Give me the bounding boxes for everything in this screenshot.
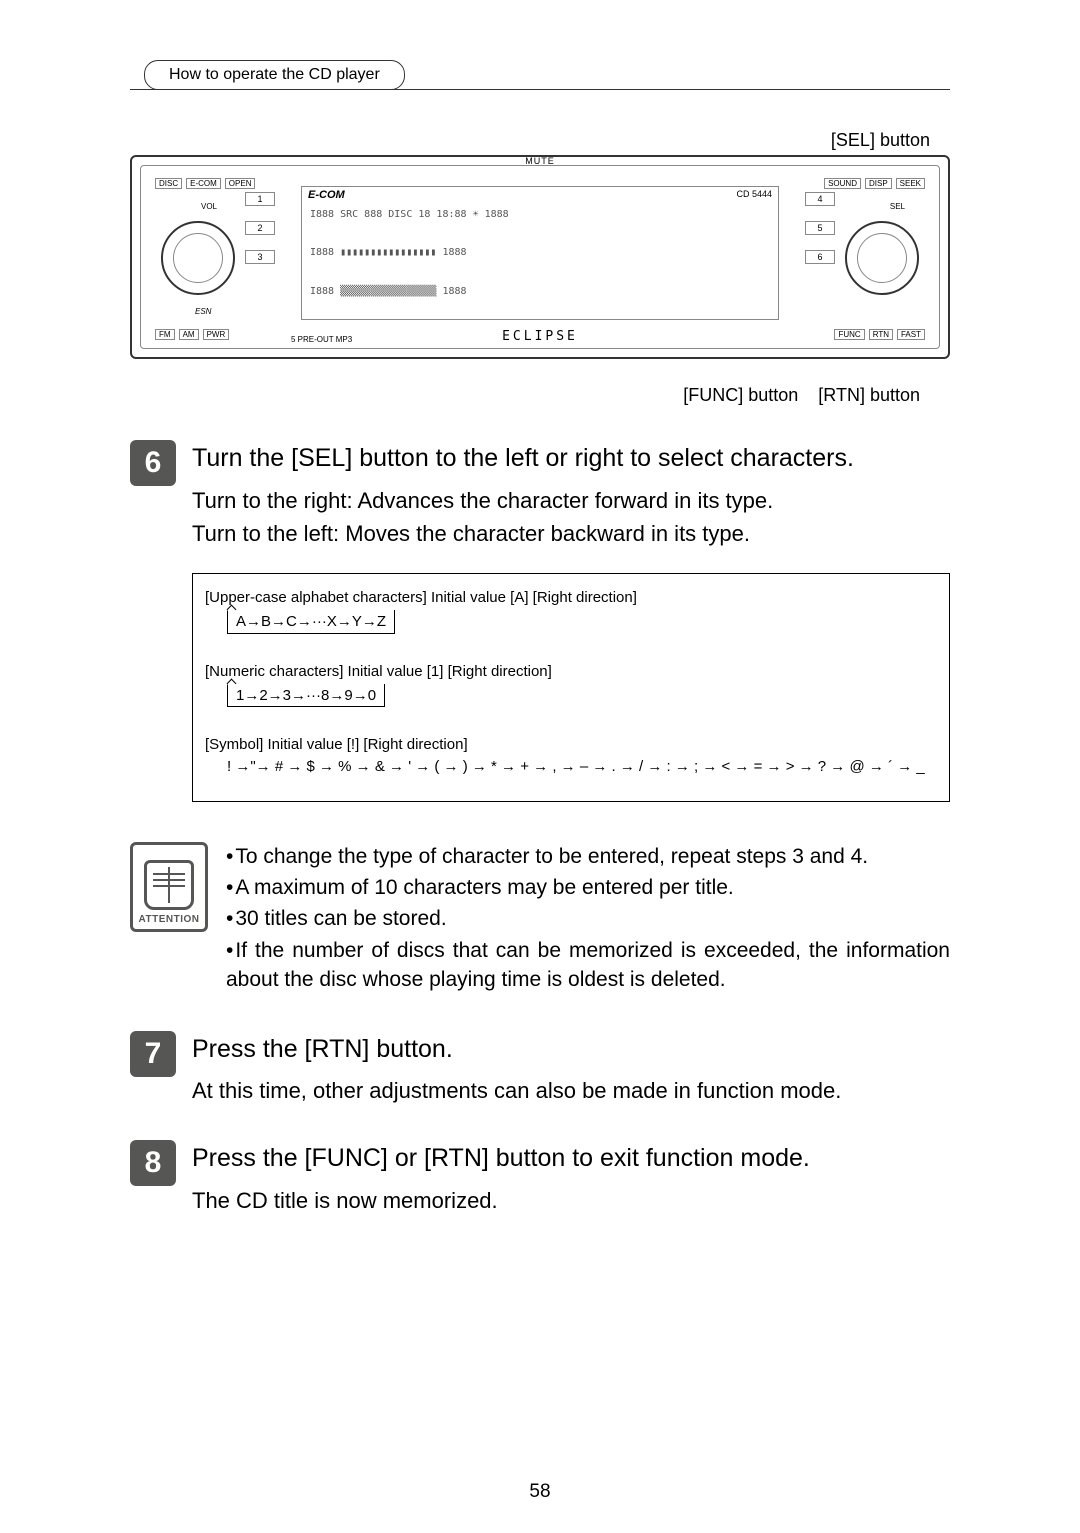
preset-right-col: 4 5 6	[805, 192, 835, 279]
page-number: 58	[529, 1481, 550, 1503]
bottom-right-buttons: FUNC RTN FAST	[834, 329, 925, 340]
brand-label: ECLIPSE	[502, 329, 578, 344]
char-group-numeric: [Numeric characters] Initial value [1] […	[205, 662, 937, 708]
volume-knob	[161, 221, 235, 295]
step-7: 7 Press the [RTN] button. At this time, …	[130, 1031, 950, 1106]
sel-label: SEL	[890, 202, 905, 211]
rtn-callout: [RTN] button	[818, 385, 920, 406]
sound-button: SOUND	[824, 178, 861, 189]
preset-5: 5	[805, 221, 835, 235]
esn-label: ESN	[195, 307, 211, 316]
step-8: 8 Press the [FUNC] or [RTN] button to ex…	[130, 1140, 950, 1215]
rtn-button: RTN	[869, 329, 893, 340]
func-callout: [FUNC] button	[683, 385, 798, 406]
char-numeric-seq: 1→2→3→···8→9→0	[227, 684, 385, 707]
am-button: AM	[179, 329, 199, 340]
char-numeric-heading: [Numeric characters] Initial value [1] […	[205, 662, 937, 682]
attention-block: ATTENTION To change the type of characte…	[130, 842, 950, 997]
section-tab-row: How to operate the CD player	[130, 60, 950, 90]
sel-knob	[845, 221, 919, 295]
attention-icon: ATTENTION	[130, 842, 208, 932]
attention-item-2: A maximum of 10 characters may be entere…	[226, 873, 950, 902]
attention-body: To change the type of character to be en…	[226, 842, 950, 997]
disc-button: DISC	[155, 178, 182, 189]
radio-illustration: MUTE DISC E-COM OPEN SOUND DISP SEEK VOL…	[130, 155, 950, 359]
char-symbol-seq: ! →"→ # → $ → % → & → ' → ( → ) → * → + …	[227, 757, 937, 777]
sel-callout-row: [SEL] button	[130, 130, 950, 151]
func-button: FUNC	[834, 329, 864, 340]
char-upper-seq: A→B→C→···X→Y→Z	[227, 610, 395, 633]
pwr-button: PWR	[203, 329, 230, 340]
lcd-screen: E-COM CD 5444 I888 SRC 888 DISC 18 18:88…	[301, 186, 779, 320]
attention-item-3: 30 titles can be stored.	[226, 904, 950, 933]
open-button: OPEN	[225, 178, 256, 189]
screen-row-3: I888 ▒▒▒▒▒▒▒▒▒▒▒▒▒▒▒▒ 1888	[310, 286, 770, 297]
preset-3: 3	[245, 250, 275, 264]
top-right-buttons: SOUND DISP SEEK	[824, 178, 925, 189]
screen-row-2: I888 ▮▮▮▮▮▮▮▮▮▮▮▮▮▮▮▮ 1888	[310, 247, 770, 258]
char-table: [Upper-case alphabet characters] Initial…	[192, 573, 950, 802]
step-6: 6 Turn the [SEL] button to the left or r…	[130, 440, 950, 802]
preout-label: 5 PRE-OUT MP3	[291, 335, 352, 344]
step-8-body: Press the [FUNC] or [RTN] button to exit…	[192, 1140, 950, 1215]
bottom-callouts: [FUNC] button [RTN] button	[130, 385, 950, 406]
bottom-left-buttons: FM AM PWR	[155, 329, 229, 340]
preset-4: 4	[805, 192, 835, 206]
step-8-text: The CD title is now memorized.	[192, 1186, 950, 1216]
step-6-badge: 6	[130, 440, 176, 486]
fm-button: FM	[155, 329, 175, 340]
step-6-line-2: Turn to the left: Moves the character ba…	[192, 519, 950, 549]
step-6-title: Turn the [SEL] button to the left or rig…	[192, 442, 950, 476]
preset-left-col: 1 2 3	[245, 192, 275, 279]
preset-6: 6	[805, 250, 835, 264]
char-symbol-heading: [Symbol] Initial value [!] [Right direct…	[205, 735, 937, 755]
attention-label: ATTENTION	[139, 914, 200, 925]
screen-row-1: I888 SRC 888 DISC 18 18:88 ☀ 1888	[310, 209, 770, 220]
step-7-body: Press the [RTN] button. At this time, ot…	[192, 1031, 950, 1106]
sel-callout: [SEL] button	[831, 130, 930, 150]
step-7-text: At this time, other adjustments can also…	[192, 1076, 950, 1106]
top-left-buttons: DISC E-COM OPEN	[155, 178, 255, 189]
seek-button: SEEK	[896, 178, 925, 189]
screen-rows: I888 SRC 888 DISC 18 18:88 ☀ 1888 I888 ▮…	[310, 195, 770, 311]
step-6-body: Turn the [SEL] button to the left or rig…	[192, 440, 950, 802]
fast-button: FAST	[897, 329, 925, 340]
attention-item-1: To change the type of character to be en…	[226, 842, 950, 871]
device-frame: DISC E-COM OPEN SOUND DISP SEEK VOL SEL …	[140, 165, 940, 349]
step-6-line-1: Turn to the right: Advances the characte…	[192, 486, 950, 516]
preset-2: 2	[245, 221, 275, 235]
section-tab: How to operate the CD player	[144, 60, 405, 90]
char-group-symbol: [Symbol] Initial value [!] [Right direct…	[205, 735, 937, 778]
step-7-badge: 7	[130, 1031, 176, 1077]
disp-button: DISP	[865, 178, 892, 189]
ecom-button: E-COM	[186, 178, 221, 189]
preset-1: 1	[245, 192, 275, 206]
book-icon	[144, 860, 194, 910]
char-upper-heading: [Upper-case alphabet characters] Initial…	[205, 588, 937, 608]
attention-item-4: If the number of discs that can be memor…	[226, 936, 950, 995]
step-8-title: Press the [FUNC] or [RTN] button to exit…	[192, 1142, 950, 1176]
char-group-upper: [Upper-case alphabet characters] Initial…	[205, 588, 937, 634]
step-7-title: Press the [RTN] button.	[192, 1033, 950, 1067]
page: How to operate the CD player [SEL] butto…	[0, 0, 1080, 1533]
step-8-badge: 8	[130, 1140, 176, 1186]
vol-label: VOL	[201, 202, 217, 211]
